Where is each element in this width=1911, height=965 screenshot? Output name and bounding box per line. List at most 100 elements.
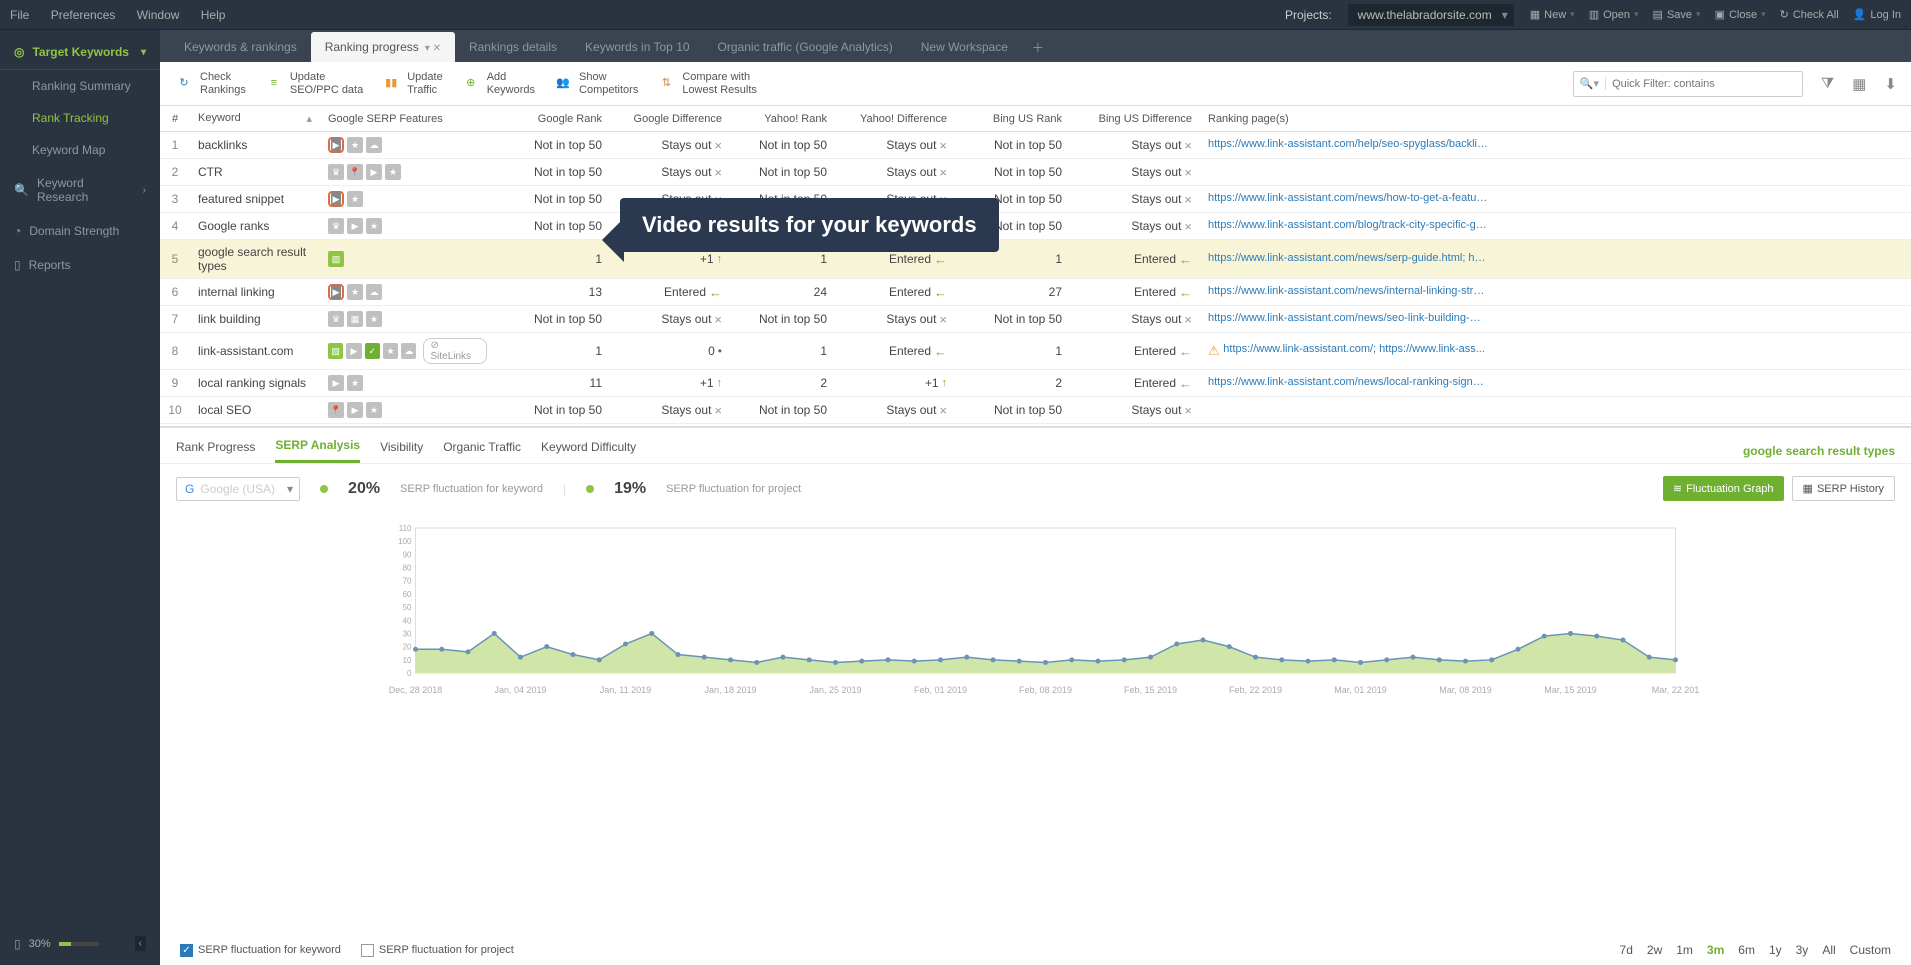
compare-button[interactable]: ⇅Compare withLowest Results [656, 71, 757, 95]
subtab-visibility[interactable]: Visibility [380, 440, 423, 462]
checkbox-icon [361, 944, 374, 957]
range-6m[interactable]: 6m [1738, 943, 1755, 957]
range-custom[interactable]: Custom [1850, 943, 1891, 957]
star-icon: ★ [347, 191, 363, 207]
range-3m[interactable]: 3m [1707, 943, 1724, 957]
col-bing-diff[interactable]: Bing US Difference [1070, 106, 1200, 132]
subtab-rank-progress[interactable]: Rank Progress [176, 440, 255, 462]
star-icon: ★ [347, 137, 363, 153]
sidebar-keyword-research[interactable]: 🔍Keyword Research› [0, 166, 160, 214]
table-row[interactable]: 8link-assistant.com▧▶✓★☁⊘ SiteLinks1 0 •… [160, 333, 1911, 370]
chart-svg: 0102030405060708090100110Dec, 28 2018Jan… [180, 523, 1891, 703]
tab-organic-traffic[interactable]: Organic traffic (Google Analytics) [704, 32, 907, 62]
checkbox-proj-fluctuation[interactable]: SERP fluctuation for project [361, 944, 514, 957]
range-1y[interactable]: 1y [1769, 943, 1782, 957]
project-selector[interactable]: www.thelabradorsite.com [1348, 4, 1514, 26]
filter-icon[interactable]: ⧩ [1821, 75, 1834, 92]
open-button[interactable]: ▥Open▾ [1589, 8, 1639, 21]
col-num[interactable]: # [160, 106, 190, 132]
col-bing-rank[interactable]: Bing US Rank [955, 106, 1070, 132]
menu-file[interactable]: File [10, 8, 29, 22]
table-row[interactable]: 9local ranking signals▶★11+1 ↑2 +1 ↑2 En… [160, 370, 1911, 397]
sidebar-reports[interactable]: ▯Reports [0, 248, 160, 282]
range-2w[interactable]: 2w [1647, 943, 1662, 957]
ranking-url[interactable]: https://www.link-assistant.com/news/seo-… [1208, 312, 1488, 324]
subtab-organic-traffic[interactable]: Organic Traffic [443, 440, 521, 462]
add-tab-button[interactable]: ＋ [1022, 33, 1054, 62]
grid-icon: ▦ [1803, 482, 1813, 495]
table-row[interactable]: 2CTR♛📍▶★Not in top 50Stays out ×Not in t… [160, 159, 1911, 186]
search-engine-selector[interactable]: GGoogle (USA) [176, 477, 300, 501]
col-google-diff[interactable]: Google Difference [610, 106, 730, 132]
sidebar-rank-tracking[interactable]: Rank Tracking [0, 102, 160, 134]
add-keywords-button[interactable]: ⊕AddKeywords [461, 71, 535, 95]
sidebar-ranking-summary[interactable]: Ranking Summary [0, 70, 160, 102]
sidebar-keyword-map[interactable]: Keyword Map [0, 134, 160, 166]
serp-controls: GGoogle (USA) 20% SERP fluctuation for k… [160, 463, 1911, 513]
new-button[interactable]: ▦New▾ [1530, 8, 1575, 21]
table-row[interactable]: 1backlinks▶★☁Not in top 50Stays out ×Not… [160, 132, 1911, 159]
tab-keywords-top10[interactable]: Keywords in Top 10 [571, 32, 704, 62]
tab-keywords-rankings[interactable]: Keywords & rankings [170, 32, 311, 62]
close-button[interactable]: ▣Close▾ [1715, 8, 1766, 21]
serp-history-button[interactable]: ▦SERP History [1792, 476, 1895, 501]
tab-close-icon[interactable]: ▾ ✕ [425, 43, 441, 54]
menu-preferences[interactable]: Preferences [51, 8, 116, 22]
svg-text:Feb, 22 2019: Feb, 22 2019 [1229, 685, 1282, 695]
range-all[interactable]: All [1822, 943, 1835, 957]
table-row[interactable]: 5google search result types▧1 +1 ↑1Enter… [160, 240, 1911, 279]
svg-text:10: 10 [403, 656, 412, 665]
checkbox-kw-fluctuation[interactable]: ✓SERP fluctuation for keyword [180, 944, 341, 957]
check-rankings-button[interactable]: ↻CheckRankings [174, 71, 246, 95]
ranking-url[interactable]: https://www.link-assistant.com/help/seo-… [1208, 138, 1488, 150]
ranking-url[interactable]: https://www.link-assistant.com/; https:/… [1223, 343, 1485, 355]
range-3y[interactable]: 3y [1796, 943, 1809, 957]
menu-help[interactable]: Help [201, 8, 226, 22]
col-ranking-pages[interactable]: Ranking page(s) [1200, 106, 1911, 132]
sidebar-target-keywords[interactable]: ◎Target Keywords▾ [0, 35, 160, 70]
table-row[interactable]: 6internal linking▶★☁13Entered ←24Entered… [160, 279, 1911, 306]
table-row[interactable]: 3featured snippet▶★Not in top 50Stays ou… [160, 186, 1911, 213]
col-serp-features[interactable]: Google SERP Features [320, 106, 495, 132]
search-input[interactable] [1606, 78, 1802, 90]
update-traffic-button[interactable]: ▮▮UpdateTraffic [381, 71, 442, 95]
star-icon: ★ [383, 343, 398, 359]
progress-bar [59, 942, 99, 946]
menu-window[interactable]: Window [137, 8, 180, 22]
col-yahoo-diff[interactable]: Yahoo! Difference [835, 106, 955, 132]
ranking-url[interactable]: https://www.link-assistant.com/news/serp… [1208, 252, 1488, 264]
check-all-button[interactable]: ↻Check All [1780, 8, 1839, 21]
svg-text:Jan, 18 2019: Jan, 18 2019 [704, 685, 756, 695]
col-yahoo-rank[interactable]: Yahoo! Rank [730, 106, 835, 132]
login-button[interactable]: 👤Log In [1853, 8, 1901, 21]
grid-icon[interactable]: ▦ [1852, 75, 1866, 93]
table-row[interactable]: 10local SEO📍▶★Not in top 50Stays out ×No… [160, 397, 1911, 424]
subtab-serp-analysis[interactable]: SERP Analysis [275, 438, 360, 463]
download-icon[interactable]: ⬇ [1884, 75, 1897, 93]
range-7d[interactable]: 7d [1620, 943, 1633, 957]
update-seo-button[interactable]: ≡UpdateSEO/PPC data [264, 71, 363, 95]
subtab-keyword-difficulty[interactable]: Keyword Difficulty [541, 440, 636, 462]
collapse-sidebar[interactable]: ‹ [135, 936, 146, 951]
svg-text:Mar, 08 2019: Mar, 08 2019 [1439, 685, 1492, 695]
refresh-icon: ↻ [1780, 8, 1789, 21]
tab-rankings-details[interactable]: Rankings details [455, 32, 571, 62]
ranking-url[interactable]: https://www.link-assistant.com/blog/trac… [1208, 219, 1488, 231]
save-button[interactable]: ▤Save▾ [1653, 8, 1701, 21]
table-row[interactable]: 4Google ranks♛▶★Not in top 50Stays out ×… [160, 213, 1911, 240]
fluctuation-graph-button[interactable]: ≋Fluctuation Graph [1663, 476, 1784, 501]
tab-new-workspace[interactable]: New Workspace [907, 32, 1022, 62]
sidebar-domain-strength[interactable]: ◔Domain Strength [0, 214, 160, 248]
table-row[interactable]: 7link building♛▦★Not in top 50Stays out … [160, 306, 1911, 333]
tab-ranking-progress[interactable]: Ranking progress▾ ✕ [311, 32, 455, 62]
col-google-rank[interactable]: Google Rank [495, 106, 610, 132]
range-1m[interactable]: 1m [1676, 943, 1693, 957]
image-icon: ▧ [328, 343, 343, 359]
ranking-url[interactable]: https://www.link-assistant.com/news/loca… [1208, 376, 1488, 388]
ranking-url[interactable]: https://www.link-assistant.com/news/inte… [1208, 285, 1488, 297]
image-icon: ▧ [328, 251, 344, 267]
quick-filter[interactable]: 🔍▾ [1573, 71, 1803, 97]
show-competitors-button[interactable]: 👥ShowCompetitors [553, 71, 638, 95]
ranking-url[interactable]: https://www.link-assistant.com/news/how-… [1208, 192, 1488, 204]
col-keyword[interactable]: Keyword ▴ [190, 106, 320, 132]
